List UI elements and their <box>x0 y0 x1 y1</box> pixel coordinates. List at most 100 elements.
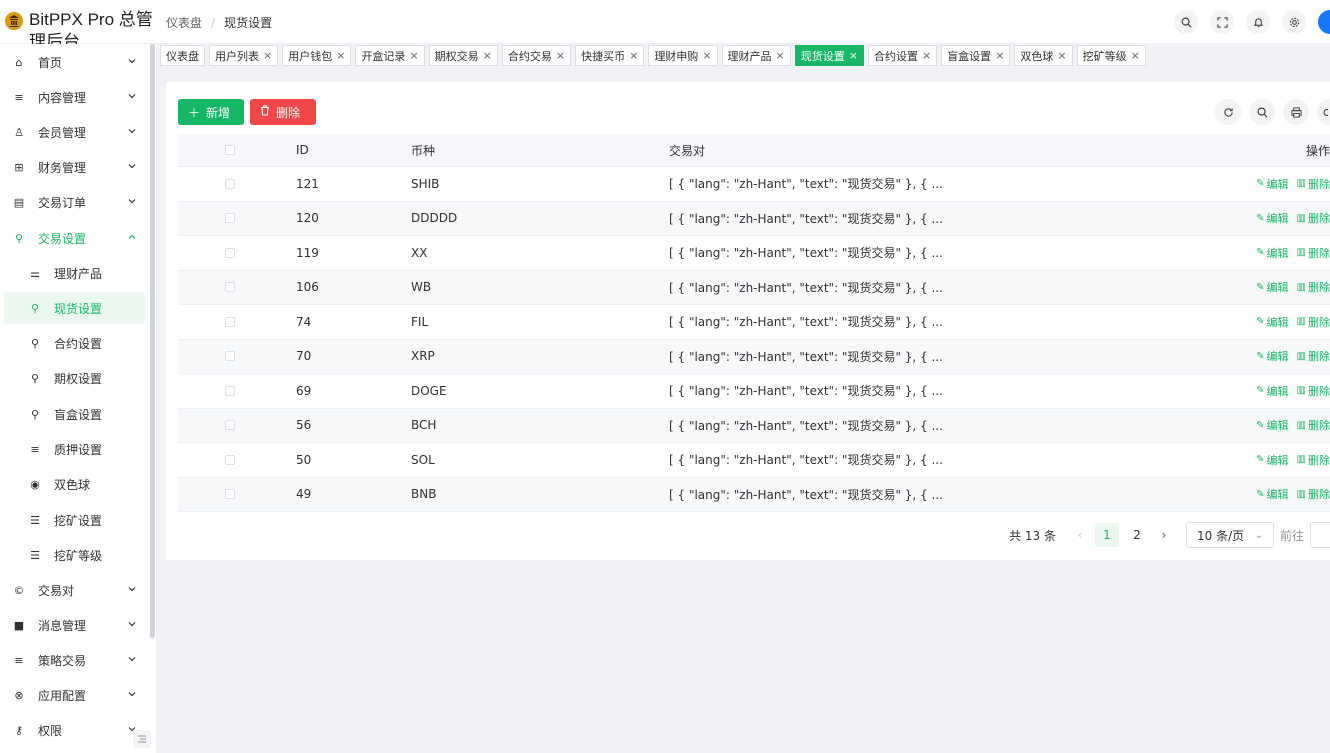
search-icon[interactable] <box>1249 99 1275 125</box>
edit-link[interactable]: ✎ 编辑 <box>1256 348 1288 364</box>
row-checkbox[interactable] <box>225 351 235 362</box>
sidebar-item[interactable]: ≡ 策略交易 <box>4 644 145 676</box>
sidebar-item[interactable]: ■ 消息管理 <box>4 609 145 641</box>
sidebar-item[interactable]: ⊗ 应用配置 <box>4 679 145 711</box>
tab[interactable]: 盲盒设置 × <box>941 45 1011 66</box>
close-icon[interactable]: × <box>702 49 711 62</box>
page-number[interactable]: 2 <box>1125 523 1149 547</box>
delete-link[interactable]: ▥ 删除 <box>1297 383 1330 399</box>
edit-link[interactable]: ✎ 编辑 <box>1256 176 1288 192</box>
add-button[interactable]: ＋ 新增 <box>178 99 244 125</box>
row-checkbox[interactable] <box>225 247 235 258</box>
delete-link[interactable]: ▥ 删除 <box>1297 314 1330 330</box>
delete-link[interactable]: ▥ 删除 <box>1297 348 1330 364</box>
page-number[interactable]: 1 <box>1094 523 1119 547</box>
sidebar-item[interactable]: ⚌ 理财产品 <box>4 257 145 289</box>
close-icon[interactable]: × <box>922 49 931 62</box>
tab[interactable]: 用户列表 × <box>209 45 279 66</box>
print-icon[interactable] <box>1283 99 1309 125</box>
tab[interactable]: 挖矿等级 × <box>1076 45 1146 66</box>
delete-button[interactable]: 删除 <box>250 99 316 125</box>
goto-page-input[interactable] <box>1310 522 1330 548</box>
tab[interactable]: 合约设置 × <box>867 45 938 66</box>
sidebar-item[interactable]: ♙ 会员管理 <box>4 116 145 148</box>
sidebar-item[interactable]: ⚲ 盲盒设置 <box>4 398 145 430</box>
tab[interactable]: 合约交易 × <box>501 45 572 66</box>
row-checkbox[interactable] <box>225 213 235 224</box>
sidebar-item[interactable]: ⚲ 交易设置 <box>4 222 145 254</box>
edit-link[interactable]: ✎ 编辑 <box>1256 486 1288 502</box>
tab[interactable]: 理财申购 × <box>648 45 718 66</box>
sidebar-item[interactable]: ☰ 挖矿设置 <box>4 504 145 536</box>
refresh-icon[interactable] <box>1215 99 1241 125</box>
delete-link[interactable]: ▥ 删除 <box>1297 176 1330 192</box>
tab[interactable]: 双色球 × <box>1014 45 1073 66</box>
close-icon[interactable]: × <box>995 49 1004 62</box>
tab[interactable]: 现货设置 × <box>794 45 864 66</box>
logo-area: BitPPX Pro 总管理后台 <box>0 0 156 44</box>
row-checkbox[interactable] <box>225 282 235 293</box>
sidebar-item[interactable]: ☰ 挖矿等级 <box>4 539 145 571</box>
sidebar-item[interactable]: ≡ 质押设置 <box>4 433 145 465</box>
sidebar-item[interactable]: ▤ 交易订单 <box>4 186 145 218</box>
sidebar-item[interactable]: ◉ 双色球 <box>4 468 145 500</box>
delete-link[interactable]: ▥ 删除 <box>1297 417 1330 433</box>
row-checkbox[interactable] <box>225 420 235 431</box>
close-icon[interactable]: × <box>483 49 492 62</box>
close-icon[interactable]: × <box>336 49 345 62</box>
sidebar-item[interactable]: ⌂ 首页 <box>4 46 145 78</box>
edit-link[interactable]: ✎ 编辑 <box>1256 383 1288 399</box>
close-icon[interactable]: × <box>556 49 565 62</box>
page-size-select[interactable]: 10 条/页 ⌄ <box>1185 522 1274 548</box>
sidebar-item[interactable]: ⊞ 财务管理 <box>4 151 145 183</box>
tab[interactable]: 用户钱包 × <box>282 45 352 66</box>
delete-link[interactable]: ▥ 删除 <box>1297 486 1330 502</box>
row-checkbox[interactable] <box>225 178 235 189</box>
edit-link[interactable]: ✎ 编辑 <box>1256 210 1288 226</box>
edit-link[interactable]: ✎ 编辑 <box>1256 245 1288 261</box>
column-header-id[interactable]: ID <box>282 143 411 157</box>
fullscreen-icon[interactable] <box>1210 10 1234 34</box>
sidebar-item[interactable]: ⚷ 权限 <box>4 714 145 746</box>
sidebar-item[interactable]: ⚲ 现货设置 <box>4 292 145 324</box>
sidebar-item[interactable]: ≡ 内容管理 <box>4 81 145 113</box>
tab[interactable]: 开盒记录 × <box>355 45 425 66</box>
delete-link[interactable]: ▥ 删除 <box>1297 210 1330 226</box>
close-icon[interactable]: × <box>849 49 858 62</box>
search-icon[interactable] <box>1174 10 1198 34</box>
gear-icon[interactable] <box>1282 10 1306 34</box>
column-settings-icon[interactable] <box>1317 99 1330 125</box>
edit-link[interactable]: ✎ 编辑 <box>1256 279 1288 295</box>
row-checkbox[interactable] <box>225 385 235 396</box>
sidebar-item[interactable]: ⚲ 期权设置 <box>4 362 145 394</box>
sidebar-item[interactable]: © 交易对 <box>4 574 145 606</box>
collapse-sidebar-icon[interactable] <box>133 730 151 748</box>
close-icon[interactable]: × <box>1131 49 1140 62</box>
avatar[interactable] <box>1318 10 1330 34</box>
next-page-icon[interactable]: › <box>1152 528 1176 542</box>
edit-link[interactable]: ✎ 编辑 <box>1256 452 1288 468</box>
close-icon[interactable]: × <box>776 49 785 62</box>
sidebar-item[interactable]: ⚲ 合约设置 <box>4 327 145 359</box>
select-all-checkbox[interactable] <box>225 145 235 155</box>
row-checkbox[interactable] <box>225 316 235 327</box>
close-icon[interactable]: × <box>629 49 638 62</box>
row-checkbox[interactable] <box>225 454 235 465</box>
tab[interactable]: 期权交易 × <box>428 45 498 66</box>
close-icon[interactable]: × <box>263 49 272 62</box>
tab[interactable]: 仪表盘 <box>160 45 205 66</box>
edit-link[interactable]: ✎ 编辑 <box>1256 314 1288 330</box>
delete-link[interactable]: ▥ 删除 <box>1297 245 1330 261</box>
tab[interactable]: 理财产品 × <box>721 45 791 66</box>
close-icon[interactable]: × <box>1057 49 1066 62</box>
row-checkbox[interactable] <box>225 489 235 500</box>
breadcrumb-parent[interactable]: 仪表盘 <box>166 14 202 31</box>
close-icon[interactable]: × <box>409 49 418 62</box>
sidebar-scrollbar[interactable] <box>150 44 155 638</box>
bell-icon[interactable] <box>1246 10 1270 34</box>
delete-link[interactable]: ▥ 删除 <box>1297 279 1330 295</box>
prev-page-icon[interactable]: ‹ <box>1068 528 1092 542</box>
edit-link[interactable]: ✎ 编辑 <box>1256 417 1288 433</box>
delete-link[interactable]: ▥ 删除 <box>1297 452 1330 468</box>
tab[interactable]: 快捷买币 × <box>575 45 645 66</box>
